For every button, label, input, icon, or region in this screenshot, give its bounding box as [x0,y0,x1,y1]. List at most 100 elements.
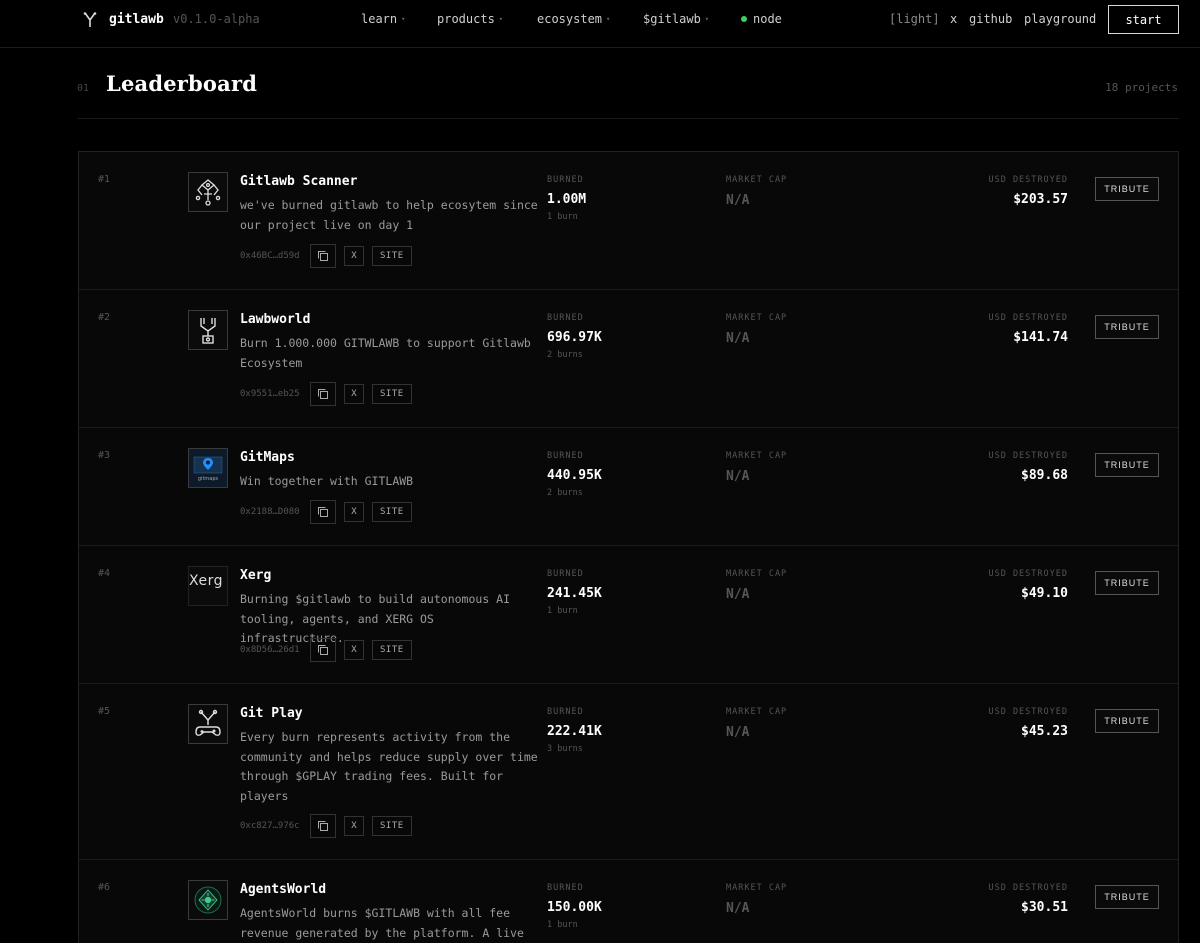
usd-destroyed-value: $30.51 [1021,900,1068,915]
project-links: 0x46BC…d59d X SITE [240,244,412,268]
menu-ecosystem[interactable]: ecosystem ▾ [537,12,610,26]
x-link-button[interactable]: X [344,816,364,836]
menu-products[interactable]: products ▾ [437,12,503,26]
rank: #1 [98,174,111,185]
market-cap-label: MARKET CAP [726,175,788,185]
project-avatar [188,704,228,744]
burned-label: BURNED [547,175,584,185]
project-name[interactable]: Gitlawb Scanner [240,174,357,189]
theme-toggle[interactable]: [light] [889,12,940,26]
market-cap-label: MARKET CAP [726,883,788,893]
rank: #2 [98,312,111,323]
project-name[interactable]: Lawbworld [240,312,310,327]
project-description: Win together with GITLAWB [240,474,414,488]
caret-down-icon: ▾ [498,15,504,23]
x-link-button[interactable]: X [344,640,364,660]
gitlawb-logo-icon[interactable] [83,12,97,28]
site-link-button[interactable]: SITE [372,384,412,404]
project-links: 0xc827…976c X SITE [240,814,412,838]
tribute-button[interactable]: TRIBUTE [1095,571,1159,595]
project-description: AgentsWorld burns $GITLAWB with all fee … [240,906,524,940]
copy-address-button[interactable] [310,638,336,662]
rank: #6 [98,882,111,893]
copy-address-button[interactable] [310,814,336,838]
version-label: v0.1.0-alpha [173,12,260,26]
burned-value: 241.45K [547,586,602,601]
start-button[interactable]: start [1108,5,1179,34]
project-name[interactable]: Git Play [240,706,303,721]
x-link[interactable]: x [950,12,957,26]
site-link-button[interactable]: SITE [372,502,412,522]
x-link-button[interactable]: X [344,384,364,404]
burned-value: 150.00K [547,900,602,915]
project-avatar [188,310,228,350]
project-avatar [188,880,228,920]
menu-learn[interactable]: learn ▾ [361,12,405,26]
copy-address-button[interactable] [310,500,336,524]
project-avatar: Xerg [188,566,228,606]
menu-gitlawb-token[interactable]: $gitlawb ▾ [643,12,709,26]
rank: #4 [98,568,111,579]
tribute-button[interactable]: TRIBUTE [1095,315,1159,339]
market-cap-value: N/A [726,469,750,484]
tribute-button[interactable]: TRIBUTE [1095,177,1159,201]
project-name[interactable]: AgentsWorld [240,882,326,897]
tribute-button[interactable]: TRIBUTE [1095,453,1159,477]
burn-count: 1 burn [547,920,578,930]
caret-down-icon: ▾ [704,15,710,23]
copy-address-button[interactable] [310,382,336,406]
project-count: 18 projects [1105,81,1178,94]
burned-label: BURNED [547,313,584,323]
copy-address-button[interactable] [310,244,336,268]
project-name[interactable]: GitMaps [240,450,295,465]
usd-destroyed-label: USD DESTROYED [988,883,1068,893]
broken-image-icon: Xerg [189,573,223,589]
project-description: we've burned gitlawb to help ecosytem si… [240,198,538,232]
market-cap-label: MARKET CAP [726,569,788,579]
brand-name[interactable]: gitlawb [109,12,164,27]
svg-text:gitmaps: gitmaps [198,476,219,482]
project-links: 0x8D56…26d1 X SITE [240,638,412,662]
leaderboard-row: #4 Xerg Xerg Burning $gitlawb to build a… [79,546,1178,684]
leaderboard-row: #5 Git Play Every burn represents activi… [79,684,1178,860]
burned-label: BURNED [547,883,584,893]
burned-label: BURNED [547,451,584,461]
usd-destroyed-label: USD DESTROYED [988,707,1068,717]
github-link[interactable]: github [969,12,1012,26]
copy-icon [318,507,328,517]
contract-address: 0xc827…976c [240,821,300,831]
project-links: 0x2188…D080 X SITE [240,500,412,524]
x-link-button[interactable]: X [344,502,364,522]
leaderboard-row: #2 Lawbworld Burn 1.000.000 GITWLAWB to … [79,290,1178,428]
site-link-button[interactable]: SITE [372,816,412,836]
project-name[interactable]: Xerg [240,568,271,583]
usd-destroyed-value: $45.23 [1021,724,1068,739]
menu-node[interactable]: node [741,12,782,26]
market-cap-label: MARKET CAP [726,451,788,461]
leaderboard-row: #3 gitmaps GitMaps Win together with GIT… [79,428,1178,546]
market-cap-value: N/A [726,331,750,346]
usd-destroyed-value: $89.68 [1021,468,1068,483]
market-cap-label: MARKET CAP [726,313,788,323]
gitmaps-logo-icon: gitmaps [193,456,223,482]
playground-link[interactable]: playground [1024,12,1096,26]
section-number: 01 [77,83,90,94]
rank: #5 [98,706,111,717]
tribute-button[interactable]: TRIBUTE [1095,709,1159,733]
top-nav: gitlawb v0.1.0-alpha learn ▾ products ▾ ec… [0,0,1200,48]
burned-label: BURNED [547,569,584,579]
site-link-button[interactable]: SITE [372,640,412,660]
x-link-button[interactable]: X [344,246,364,266]
caret-down-icon: ▾ [606,15,611,23]
burned-value: 1.00M [547,192,587,207]
leaderboard-row: #1 Gitlawb Scanner we've burned gitlawb … [79,152,1178,290]
burned-value: 222.41K [547,724,602,739]
tribute-button[interactable]: TRIBUTE [1095,885,1159,909]
usd-destroyed-label: USD DESTROYED [988,175,1068,185]
burn-count: 2 burns [547,350,583,360]
burn-count: 2 burns [547,488,583,498]
contract-address: 0x9551…eb25 [240,389,300,399]
leaderboard-row: #6 AgentsWorld AgentsWorld burns $GITLAW… [79,860,1178,943]
divider [78,118,1179,119]
site-link-button[interactable]: SITE [372,246,412,266]
